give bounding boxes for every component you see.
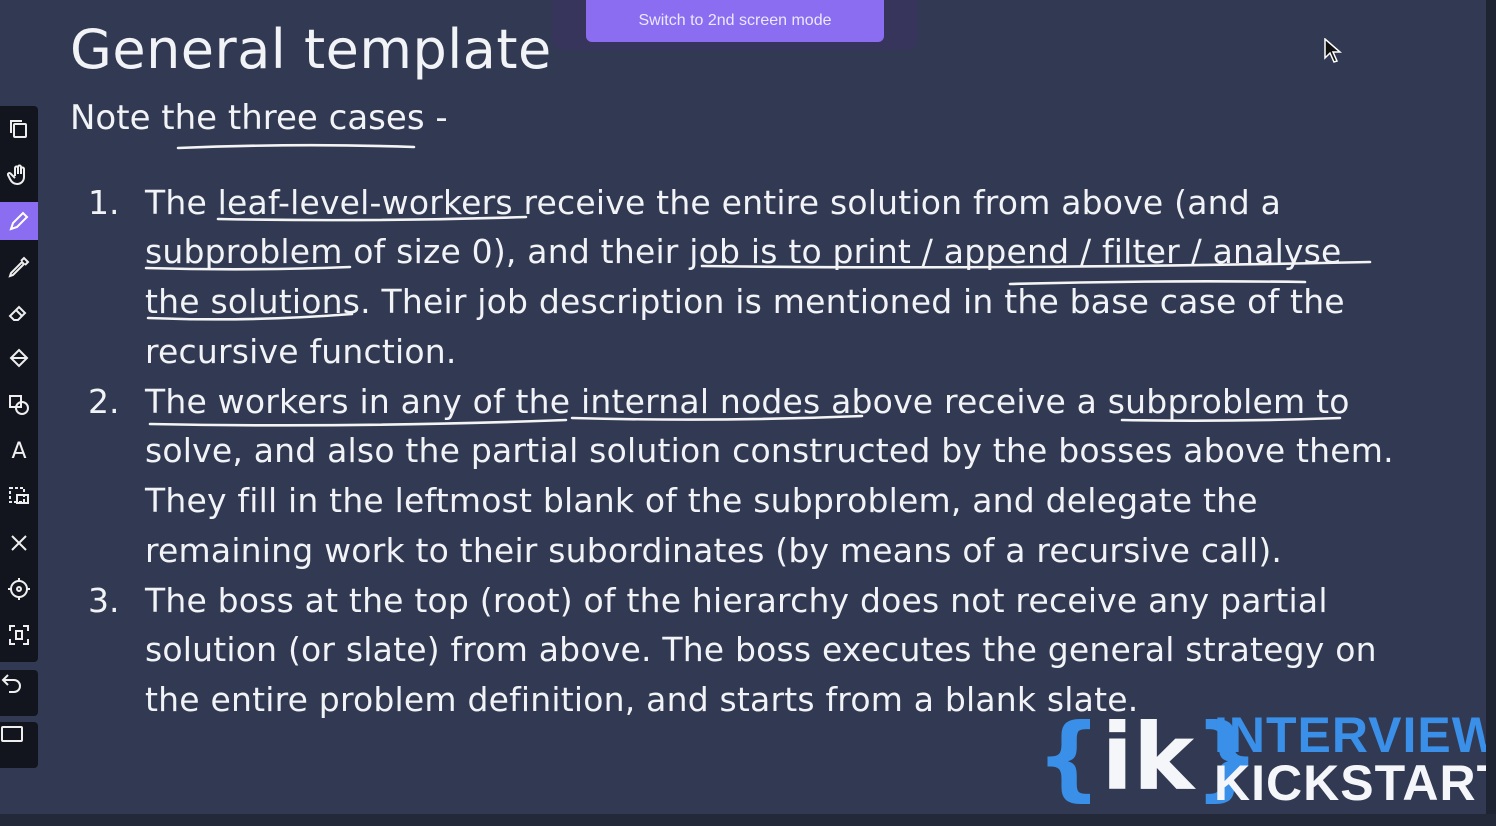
list-line: the solutions. Their job description is … bbox=[145, 282, 1345, 321]
list-number: 2. bbox=[88, 382, 120, 421]
screen-toolbar bbox=[0, 722, 38, 768]
copy-page-icon[interactable] bbox=[0, 110, 38, 148]
window-edge-bottom bbox=[0, 814, 1496, 826]
screen: General template Note the three cases - … bbox=[0, 0, 1496, 826]
list-line: The leaf-level-workers receive the entir… bbox=[145, 183, 1281, 222]
list-line: solution (or slate) from above. The boss… bbox=[145, 630, 1377, 669]
capture-icon[interactable] bbox=[0, 616, 38, 654]
list-line: The boss at the top (root) of the hierar… bbox=[145, 581, 1328, 620]
hand-icon[interactable] bbox=[0, 156, 38, 194]
list-line: solve, and also the partial solution con… bbox=[145, 431, 1394, 470]
window-edge bbox=[1486, 0, 1496, 826]
slide-subtitle: Note the three cases - bbox=[70, 98, 448, 138]
close-icon[interactable] bbox=[0, 524, 38, 562]
drawing-toolbar: A bbox=[0, 106, 38, 662]
switch-screen-mode-button[interactable]: Switch to 2nd screen mode bbox=[586, 0, 884, 42]
list-line: The workers in any of the internal nodes… bbox=[145, 382, 1350, 421]
list-line: subproblem of size 0), and their job is … bbox=[145, 232, 1342, 271]
fill-icon[interactable] bbox=[0, 340, 38, 378]
select-icon[interactable] bbox=[0, 478, 38, 516]
list-number: 1. bbox=[88, 183, 120, 222]
list-number: 3. bbox=[88, 581, 120, 620]
eraser-icon[interactable] bbox=[0, 294, 38, 332]
ink-underline bbox=[176, 143, 416, 150]
undo-toolbar bbox=[0, 670, 38, 716]
list-line: remaining work to their subordinates (by… bbox=[145, 531, 1283, 570]
shapes-icon[interactable] bbox=[0, 386, 38, 424]
logo-word-kickstart: KICKSTART bbox=[1214, 755, 1496, 811]
list-line: recursive function. bbox=[145, 332, 457, 371]
laser-pointer-icon[interactable] bbox=[0, 570, 38, 608]
pen-icon[interactable] bbox=[0, 202, 38, 240]
undo-icon[interactable] bbox=[0, 670, 38, 698]
logo-brace-open: { bbox=[1036, 704, 1102, 811]
text-icon[interactable]: A bbox=[0, 432, 38, 470]
list-line: the entire problem definition, and start… bbox=[145, 680, 1139, 719]
logo-ik-text: ik bbox=[1101, 704, 1195, 811]
screen-icon[interactable] bbox=[0, 722, 38, 750]
mouse-cursor-icon bbox=[1324, 38, 1342, 63]
list-line: They fill in the leftmost blank of the s… bbox=[145, 481, 1258, 520]
marker-icon[interactable] bbox=[0, 248, 38, 286]
slide-title: General template bbox=[70, 18, 552, 81]
